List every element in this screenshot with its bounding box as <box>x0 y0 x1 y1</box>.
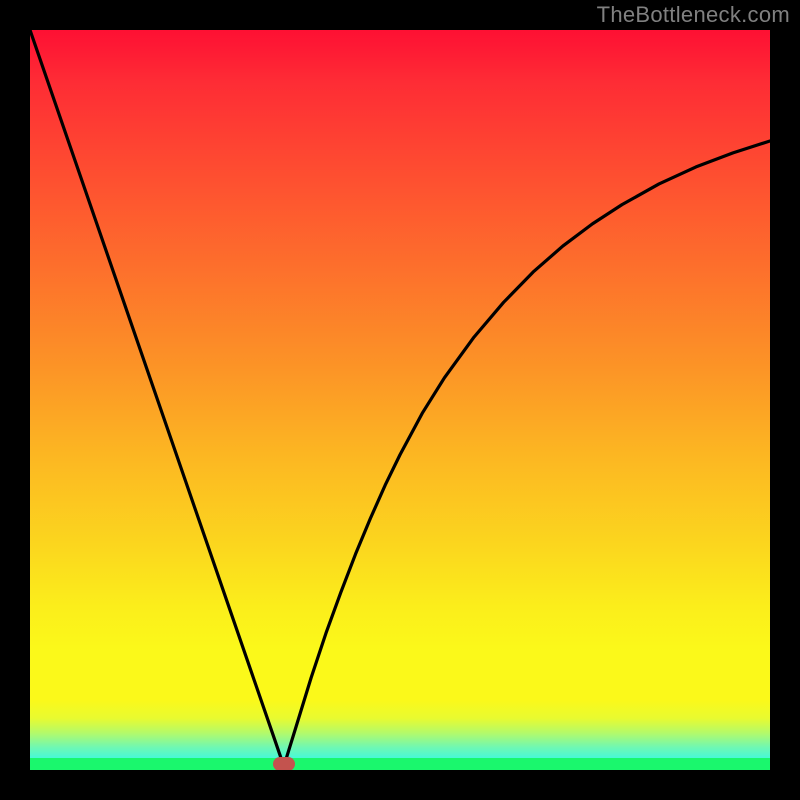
chart-frame: TheBottleneck.com <box>0 0 800 800</box>
vertex-marker <box>273 757 295 770</box>
watermark-text: TheBottleneck.com <box>597 2 790 28</box>
plot-area <box>30 30 770 770</box>
gradient-background <box>30 30 770 770</box>
green-band <box>30 758 770 770</box>
